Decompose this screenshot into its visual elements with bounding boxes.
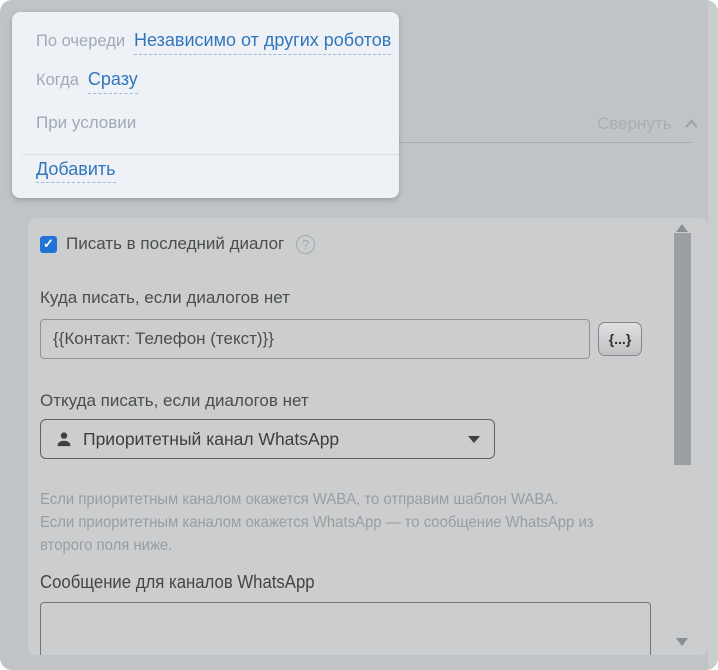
- collapse-label: Свернуть: [597, 114, 672, 134]
- add-condition-link[interactable]: Добавить: [36, 159, 116, 183]
- last-dialog-checkbox[interactable]: ✓: [40, 236, 57, 253]
- robot-settings-screen: Свернуть По очереди Независимо от других…: [0, 0, 718, 670]
- when-value-link[interactable]: Сразу: [88, 69, 138, 94]
- last-dialog-label: Писать в последний диалог: [66, 234, 284, 254]
- condition-row: При условии: [36, 113, 136, 133]
- popup-divider: [22, 154, 399, 155]
- add-row: Добавить: [36, 159, 116, 181]
- when-row: Когда Сразу: [36, 69, 138, 94]
- from-label: Откуда писать, если диалогов нет: [40, 391, 309, 411]
- section-divider: [399, 142, 692, 143]
- queue-row: По очереди Независимо от других роботов: [36, 30, 391, 55]
- chevron-up-icon: [684, 119, 699, 129]
- hint-line: второго поля ниже.: [40, 534, 594, 557]
- scroll-down-arrow-icon[interactable]: [676, 638, 688, 646]
- scrollbar-thumb[interactable]: [674, 233, 691, 465]
- page-scrollbar-track[interactable]: [708, 0, 718, 670]
- channel-select[interactable]: Приоритетный канал WhatsApp: [40, 419, 495, 459]
- insert-variable-button[interactable]: {...}: [598, 322, 642, 356]
- trigger-settings-popup: По очереди Независимо от других роботов …: [12, 12, 399, 198]
- channel-select-value: Приоритетный канал WhatsApp: [83, 429, 339, 450]
- condition-label: При условии: [36, 113, 136, 133]
- last-dialog-row: ✓ Писать в последний диалог ?: [40, 234, 315, 254]
- hint-line: Если приоритетным каналом окажется WABA,…: [40, 488, 594, 511]
- person-icon: [55, 430, 73, 448]
- queue-label: По очереди: [36, 32, 125, 51]
- message-settings-card: ✓ Писать в последний диалог ? Куда писат…: [28, 218, 708, 655]
- when-label: Когда: [36, 71, 79, 90]
- whatsapp-message-textarea[interactable]: [40, 602, 651, 655]
- message-label: Сообщение для каналов WhatsApp: [40, 572, 315, 593]
- caret-down-icon: [468, 436, 480, 443]
- queue-mode-link[interactable]: Независимо от других роботов: [134, 30, 391, 55]
- collapse-control[interactable]: Свернуть: [597, 114, 699, 134]
- where-label: Куда писать, если диалогов нет: [40, 288, 290, 308]
- hint-line: Если приоритетным каналом окажется Whats…: [40, 511, 594, 534]
- help-icon[interactable]: ?: [296, 235, 315, 254]
- scroll-up-arrow-icon[interactable]: [676, 224, 688, 232]
- where-input[interactable]: [40, 319, 590, 359]
- priority-channel-hint: Если приоритетным каналом окажется WABA,…: [40, 488, 594, 557]
